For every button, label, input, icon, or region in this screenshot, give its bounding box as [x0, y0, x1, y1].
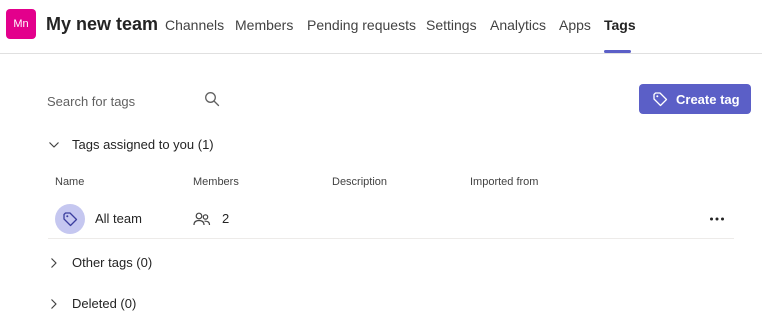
tab-tags[interactable]: Tags [604, 17, 636, 33]
search-tags-input[interactable] [40, 86, 199, 116]
search-icon[interactable] [204, 91, 220, 107]
column-header-imported-from: Imported from [470, 176, 539, 188]
more-options-icon[interactable] [708, 210, 726, 228]
tag-avatar [55, 204, 85, 234]
section-tags-assigned[interactable]: Tags assigned to you (1) [44, 134, 244, 156]
section-deleted[interactable]: Deleted (0) [44, 293, 164, 315]
tab-channels[interactable]: Channels [165, 17, 224, 33]
chevron-right-icon [51, 258, 57, 268]
team-name: My new team [46, 14, 159, 34]
section-label: Other tags (0) [72, 255, 153, 270]
section-other-tags[interactable]: Other tags (0) [44, 252, 174, 274]
member-count: 2 [222, 211, 230, 226]
tab-settings[interactable]: Settings [426, 17, 477, 33]
chevron-down-icon [49, 142, 59, 148]
tab-analytics[interactable]: Analytics [490, 17, 546, 33]
column-header-members: Members [193, 176, 239, 188]
create-tag-button[interactable]: Create tag [639, 84, 751, 114]
active-tab-indicator [604, 50, 631, 53]
table-row[interactable]: All team 2 [48, 200, 734, 239]
column-header-name: Name [55, 176, 85, 188]
tag-name[interactable]: All team [95, 211, 142, 226]
team-header: Mn My new team Channels Members Pending … [0, 0, 762, 54]
column-header-description: Description [332, 176, 388, 188]
chevron-right-icon [51, 299, 57, 309]
tab-pending-requests[interactable]: Pending requests [307, 17, 416, 33]
members-icon [193, 212, 211, 226]
team-avatar[interactable]: Mn [6, 9, 36, 39]
tag-icon [63, 212, 78, 227]
tab-apps[interactable]: Apps [559, 17, 591, 33]
create-tag-label: Create tag [676, 92, 740, 107]
section-label: Deleted (0) [72, 296, 137, 311]
section-label: Tags assigned to you (1) [72, 137, 214, 152]
tab-members[interactable]: Members [235, 17, 293, 33]
tag-icon [653, 92, 668, 107]
